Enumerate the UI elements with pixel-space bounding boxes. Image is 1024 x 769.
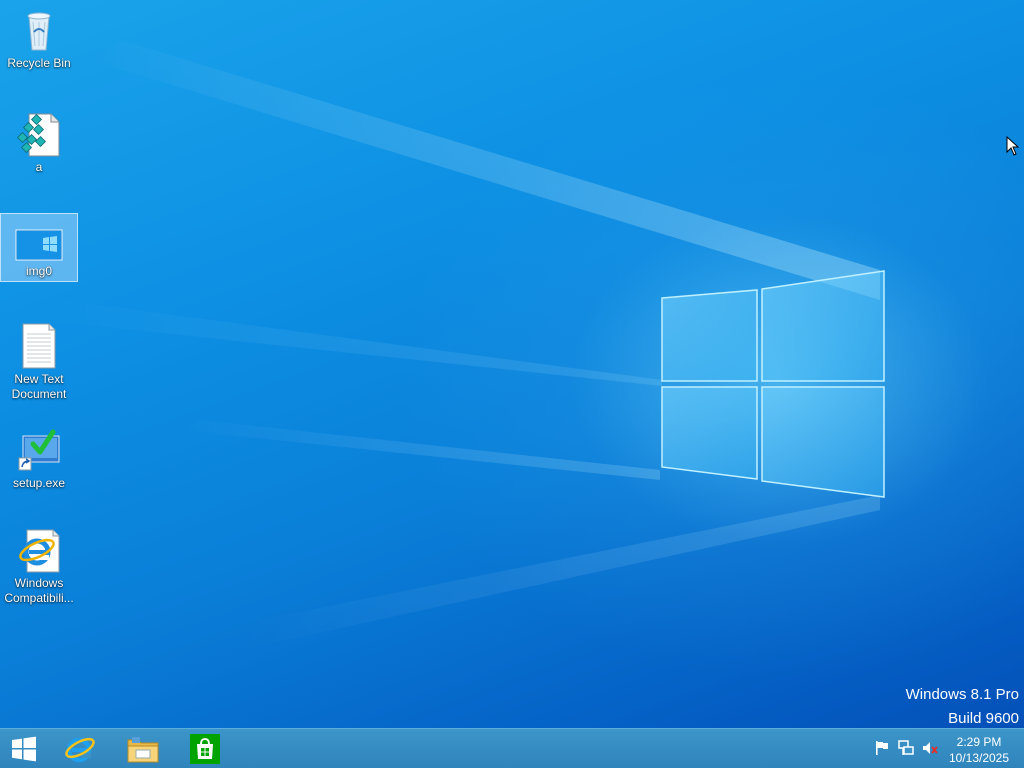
- clock-date: 10/13/2025: [948, 751, 1010, 765]
- recycle-bin-icon: [15, 6, 63, 54]
- network-icon[interactable]: [898, 740, 914, 756]
- desktop-icon-img0[interactable]: img0: [0, 213, 78, 282]
- volume-muted-icon[interactable]: [922, 740, 938, 756]
- start-button[interactable]: [0, 729, 48, 769]
- image-file-icon: [15, 214, 63, 262]
- desktop-icon-recycle-bin[interactable]: Recycle Bin: [1, 6, 77, 71]
- taskbar-internet-explorer-button[interactable]: [54, 729, 106, 769]
- file-explorer-icon: [127, 737, 159, 763]
- desktop-icon-label: Recycle Bin: [7, 56, 71, 70]
- desktop-icon-setup-exe[interactable]: setup.exe: [1, 426, 77, 491]
- clock-time: 2:29 PM: [956, 735, 1002, 749]
- text-document-icon: [15, 322, 63, 370]
- windows-version-watermark: Windows 8.1 Pro Build 9600: [906, 683, 1019, 728]
- desktop-icon-new-text-document[interactable]: New Text Document: [1, 322, 77, 402]
- desktop-icon-a[interactable]: a: [1, 110, 77, 175]
- action-center-flag-icon[interactable]: [874, 740, 890, 756]
- internet-explorer-icon: [65, 737, 95, 763]
- windows-start-icon: [12, 736, 36, 762]
- setup-exe-icon: [15, 426, 63, 474]
- desktop-icon-label: a: [35, 160, 43, 174]
- taskbar-store-button[interactable]: [178, 729, 232, 769]
- wallpaper-windows-logo: [661, 270, 885, 498]
- mouse-cursor-icon: [1006, 136, 1020, 156]
- taskbar: 2:29 PM 10/13/2025: [0, 728, 1024, 768]
- desktop-icon-windows-compatibility[interactable]: Windows Compatibili...: [1, 526, 77, 606]
- desktop-icon-label: New Text Document: [11, 372, 67, 401]
- desktop-background[interactable]: Recycle Bin a img0 New Text Document set…: [0, 0, 1024, 728]
- taskbar-clock[interactable]: 2:29 PM 10/13/2025: [947, 734, 1011, 766]
- store-icon: [190, 734, 220, 764]
- desktop-icon-label: img0: [25, 264, 52, 278]
- taskbar-file-explorer-button[interactable]: [116, 729, 170, 769]
- desktop-icon-label: setup.exe: [12, 476, 66, 490]
- registry-file-icon: [15, 110, 63, 158]
- edition-text: Windows 8.1 Pro: [905, 686, 1019, 703]
- desktop-icon-label: Windows Compatibili...: [4, 576, 74, 605]
- build-text: Build 9600: [948, 710, 1019, 727]
- internet-explorer-shortcut-icon: [15, 526, 63, 574]
